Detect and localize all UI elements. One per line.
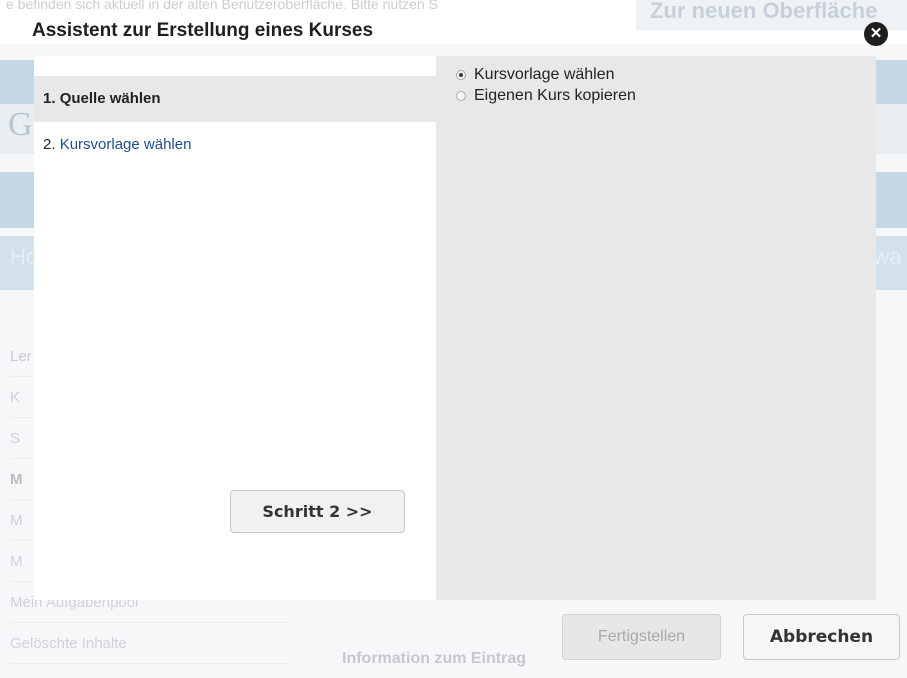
- step-number: 2.: [43, 136, 56, 153]
- wizard-step-2[interactable]: 2. Kursvorlage wählen: [34, 122, 436, 168]
- finish-button[interactable]: Fertigstellen: [562, 614, 721, 660]
- radio-eigenen-kurs[interactable]: [456, 91, 466, 101]
- background-logo: G: [8, 106, 33, 143]
- wizard-step-1: 1. Quelle wählen: [34, 76, 436, 122]
- close-icon[interactable]: ✕: [864, 22, 888, 46]
- wizard-content-panel: Kursvorlage wählen Eigenen Kurs kopieren: [436, 56, 876, 600]
- background-info-heading: Information zum Eintrag: [342, 650, 526, 667]
- wizard-steps-panel: 1. Quelle wählen 2. Kursvorlage wählen S…: [34, 56, 436, 600]
- background-sidebar-item: Gelöschte Inhalte: [10, 623, 290, 664]
- next-step-button[interactable]: Schritt 2 >>: [230, 490, 405, 533]
- background-notice: e befinden sich aktuell in der alten Ben…: [6, 0, 438, 12]
- step-number: 1.: [43, 90, 56, 107]
- radio-kursvorlage[interactable]: [456, 70, 466, 80]
- dialog-title: Assistent zur Erstellung eines Kurses: [32, 20, 374, 41]
- cancel-button[interactable]: Abbrechen: [743, 614, 900, 660]
- option-label: Eigenen Kurs kopieren: [474, 87, 636, 104]
- step-link-kursvorlage[interactable]: Kursvorlage wählen: [60, 136, 192, 153]
- option-eigenen-kurs[interactable]: Eigenen Kurs kopieren: [456, 87, 636, 105]
- step-label: Quelle wählen: [59, 90, 161, 107]
- option-label: Kursvorlage wählen: [474, 66, 615, 83]
- option-kursvorlage[interactable]: Kursvorlage wählen: [456, 66, 615, 84]
